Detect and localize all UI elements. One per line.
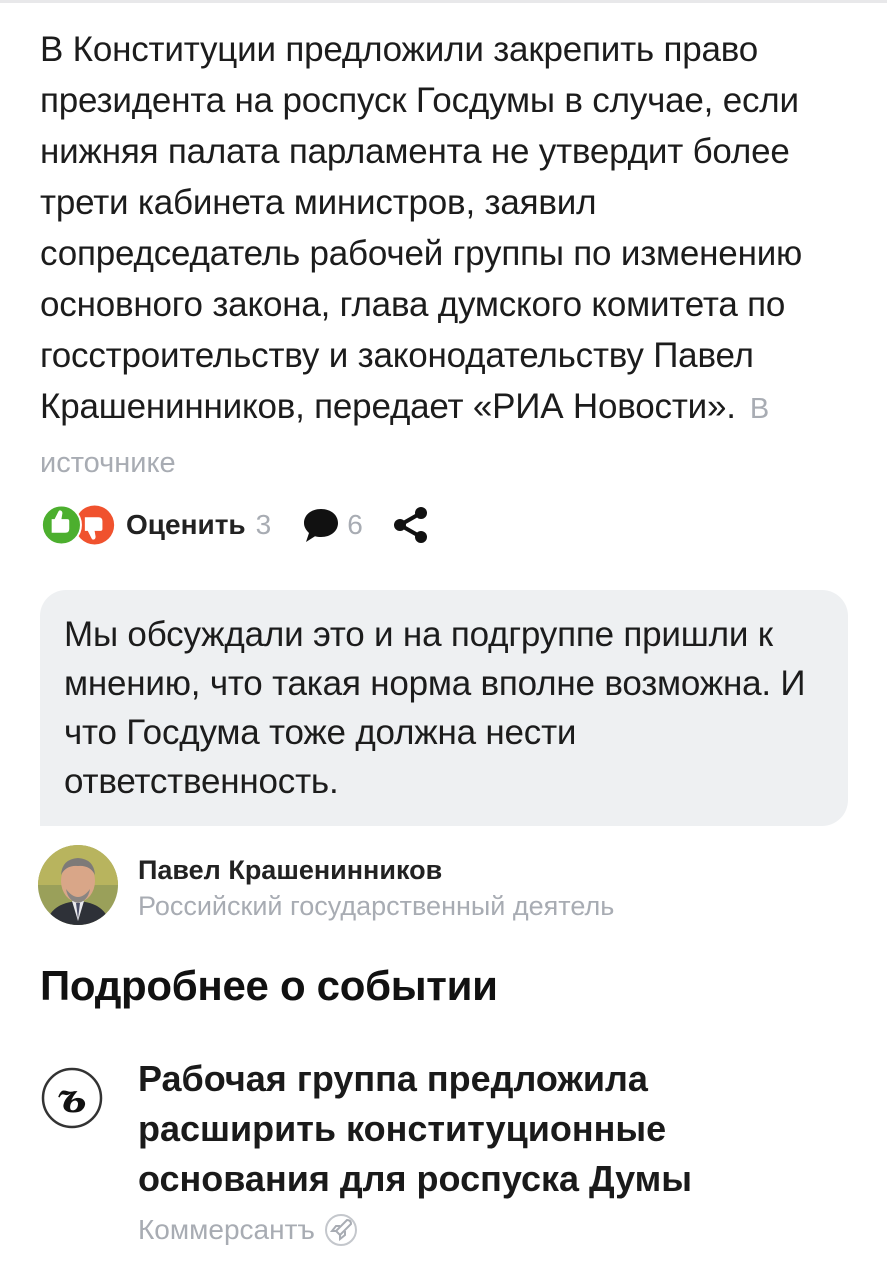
comment-icon	[304, 509, 339, 542]
rating-icons	[40, 504, 115, 546]
top-divider	[0, 0, 887, 3]
share-icon	[393, 507, 427, 543]
rocket-icon	[324, 1214, 357, 1246]
section-title: Подробнее о событии	[40, 962, 498, 1009]
person-name[interactable]: Павел Крашенинников	[138, 853, 614, 887]
person-photo	[38, 845, 118, 925]
article-actions: Оценить 3 6	[38, 500, 429, 550]
rate-label[interactable]: Оценить	[126, 509, 246, 541]
related-source: Коммерсантъ	[138, 1212, 818, 1248]
comments-button[interactable]: 6	[301, 505, 363, 545]
avatar[interactable]	[38, 845, 118, 925]
related-title[interactable]: Рабочая группа предложила расширить конс…	[138, 1054, 818, 1204]
comment-count: 6	[347, 509, 363, 540]
share-button[interactable]	[391, 505, 429, 545]
quote-author[interactable]: Павел Крашенинников Российский государст…	[38, 845, 614, 925]
related-story[interactable]: ъ Рабочая группа предложила расширить ко…	[40, 1054, 818, 1248]
article-text: В Конституции предложили закрепить право…	[40, 30, 803, 426]
kommersant-logo-icon: ъ	[40, 1066, 104, 1130]
rate-count: 3	[255, 509, 272, 540]
rate-button[interactable]	[38, 503, 120, 547]
related-source-name: Коммерсантъ	[138, 1214, 315, 1245]
thumbs-up-icon	[40, 504, 82, 546]
quote-card: Мы обсуждали это и на подгруппе пришли к…	[40, 590, 848, 826]
article-body: В Конституции предложили закрепить право…	[40, 24, 852, 489]
quote-text: Мы обсуждали это и на подгруппе пришли к…	[64, 615, 806, 801]
person-role: Российский государственный деятель	[138, 891, 615, 921]
svg-text:ъ: ъ	[57, 1075, 86, 1122]
